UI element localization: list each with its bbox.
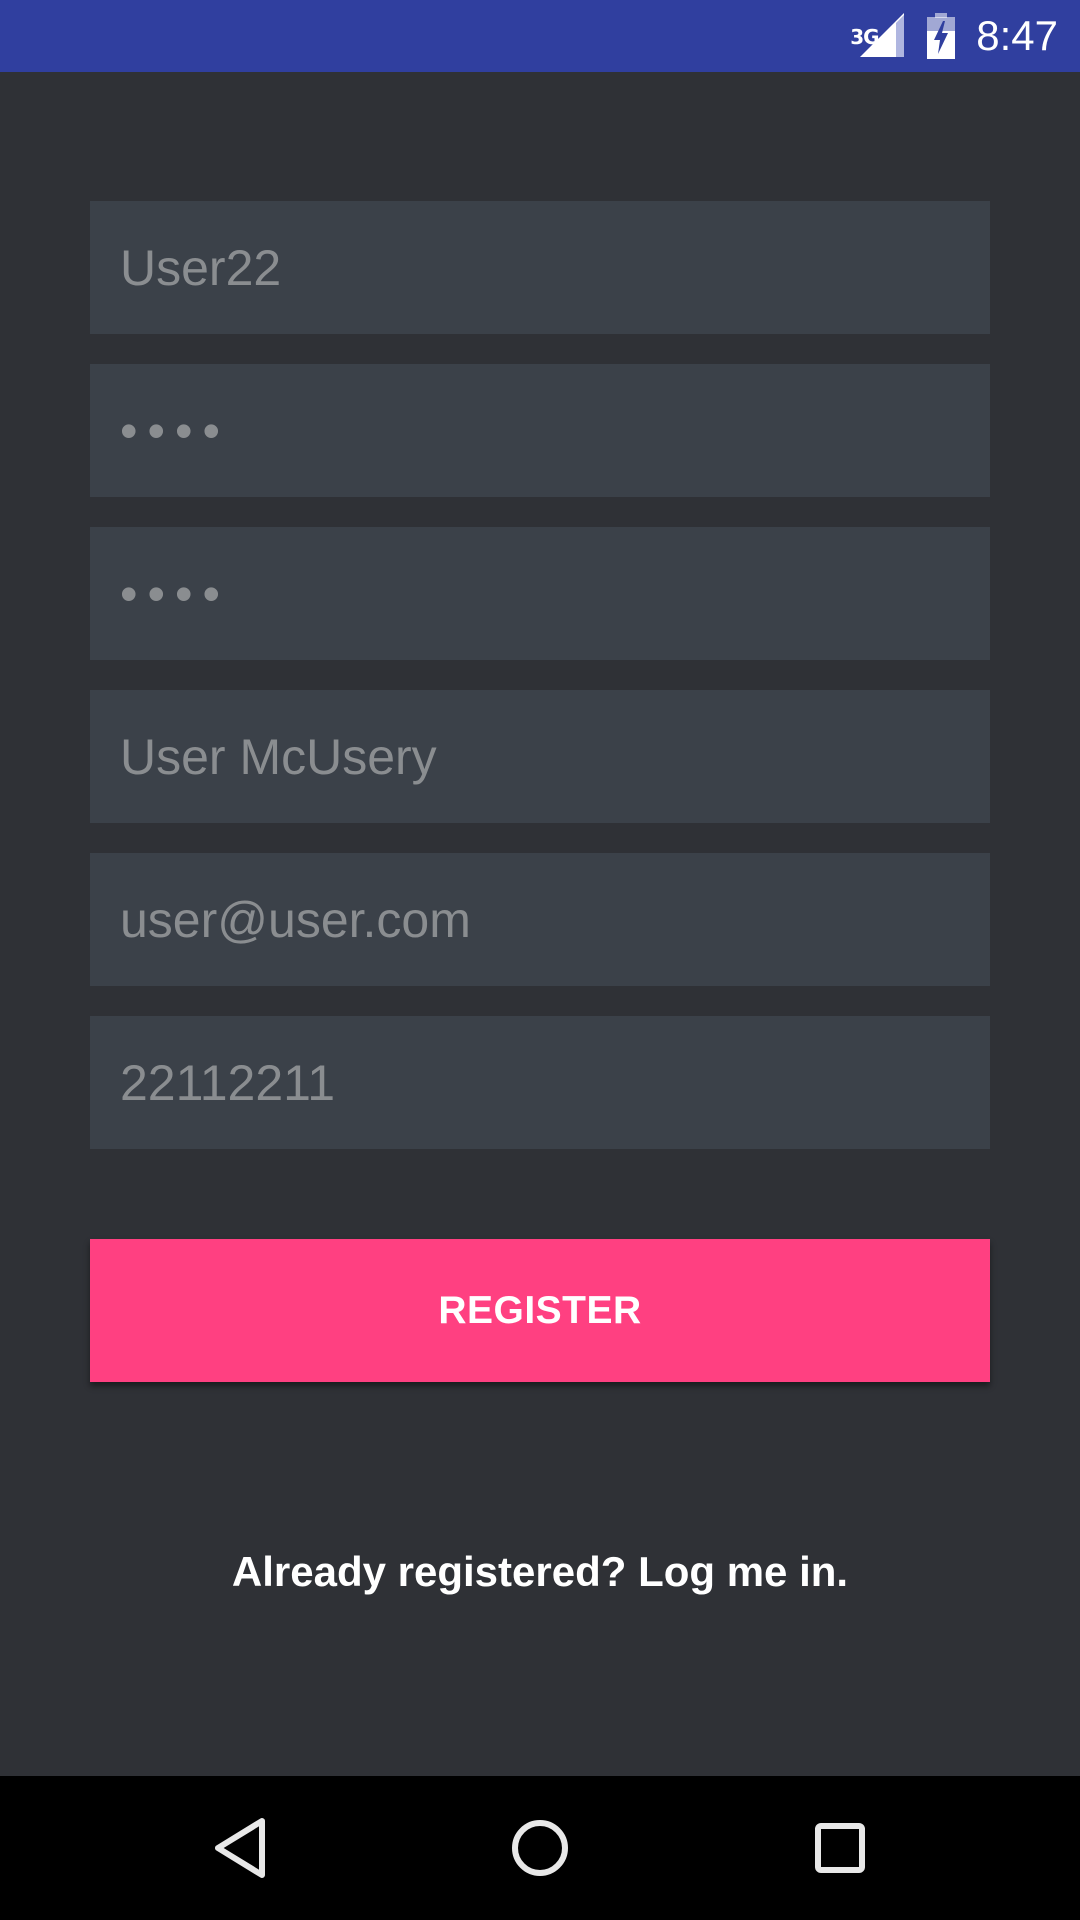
register-button[interactable]: REGISTER xyxy=(90,1239,990,1382)
status-bar: 3G 8:47 xyxy=(0,0,1080,72)
register-screen: 3G 8:47 •••• xyxy=(0,0,1080,1920)
recents-icon xyxy=(815,1823,865,1873)
status-icons: 3G 8:47 xyxy=(850,0,1058,72)
username-field[interactable] xyxy=(120,238,960,297)
confirm-password-field[interactable]: •••• xyxy=(120,569,230,619)
full-name-field-container[interactable] xyxy=(90,690,990,823)
confirm-password-field-container[interactable]: •••• xyxy=(90,527,990,660)
registration-form: •••• •••• xyxy=(90,201,990,1179)
battery-charging-icon xyxy=(926,13,956,59)
email-field-container[interactable] xyxy=(90,853,990,986)
email-field[interactable] xyxy=(120,890,960,949)
back-button[interactable] xyxy=(198,1806,282,1890)
login-link[interactable]: Already registered? Log me in. xyxy=(0,1548,1080,1596)
signal-indicator: 3G xyxy=(850,13,905,59)
phone-field[interactable] xyxy=(120,1053,960,1112)
home-button[interactable] xyxy=(498,1806,582,1890)
home-icon xyxy=(512,1820,568,1876)
password-field-container[interactable]: •••• xyxy=(90,364,990,497)
phone-field-container[interactable] xyxy=(90,1016,990,1149)
recents-button[interactable] xyxy=(798,1806,882,1890)
navigation-bar xyxy=(0,1776,1080,1920)
back-icon xyxy=(215,1818,265,1878)
signal-icon xyxy=(860,13,905,57)
username-field-container[interactable] xyxy=(90,201,990,334)
full-name-field[interactable] xyxy=(120,727,960,786)
status-time: 8:47 xyxy=(976,12,1058,59)
password-field[interactable]: •••• xyxy=(120,406,230,456)
